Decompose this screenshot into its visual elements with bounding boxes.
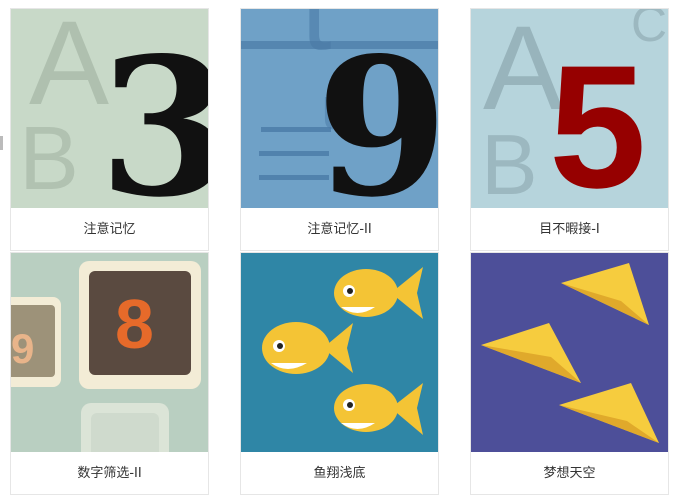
game-thumbnail — [241, 253, 438, 452]
game-card-dazzling-i[interactable]: A B C 5 目不暇接-I — [470, 8, 669, 251]
game-title[interactable]: 鱼翔浅底 — [241, 459, 438, 489]
big-digit: 3 — [99, 16, 208, 208]
game-title[interactable]: 注意记忆 — [11, 215, 208, 245]
game-card-fish-swimming[interactable]: 鱼翔浅底 — [240, 252, 439, 495]
game-title[interactable]: 数字筛选-II — [11, 459, 208, 489]
tile-digit: 8 — [115, 285, 154, 363]
big-digit: 9 — [316, 16, 438, 208]
game-card-attention-memory-ii[interactable]: t u 9 注意记忆-II — [240, 8, 439, 251]
game-thumbnail: A B C 5 — [471, 9, 668, 208]
game-title[interactable]: 目不暇接-I — [471, 215, 668, 245]
tile-digit: 9 — [11, 325, 34, 372]
game-card-dream-sky[interactable]: 梦想天空 — [470, 252, 669, 495]
game-thumbnail: 9 8 — [11, 253, 208, 452]
ghost-letter: B — [19, 109, 79, 208]
ghost-letter: B — [481, 118, 538, 208]
edge-indicator — [0, 136, 3, 150]
game-thumbnail — [471, 253, 668, 452]
game-title[interactable]: 注意记忆-II — [241, 215, 438, 245]
game-thumbnail: A B 3 — [11, 9, 208, 208]
game-card-attention-memory[interactable]: A B 3 注意记忆 — [10, 8, 209, 251]
game-card-number-filter-ii[interactable]: 9 8 数字筛选-II — [10, 252, 209, 495]
game-thumbnail: t u 9 — [241, 9, 438, 208]
game-title[interactable]: 梦想天空 — [471, 459, 668, 489]
big-digit: 5 — [549, 30, 646, 208]
